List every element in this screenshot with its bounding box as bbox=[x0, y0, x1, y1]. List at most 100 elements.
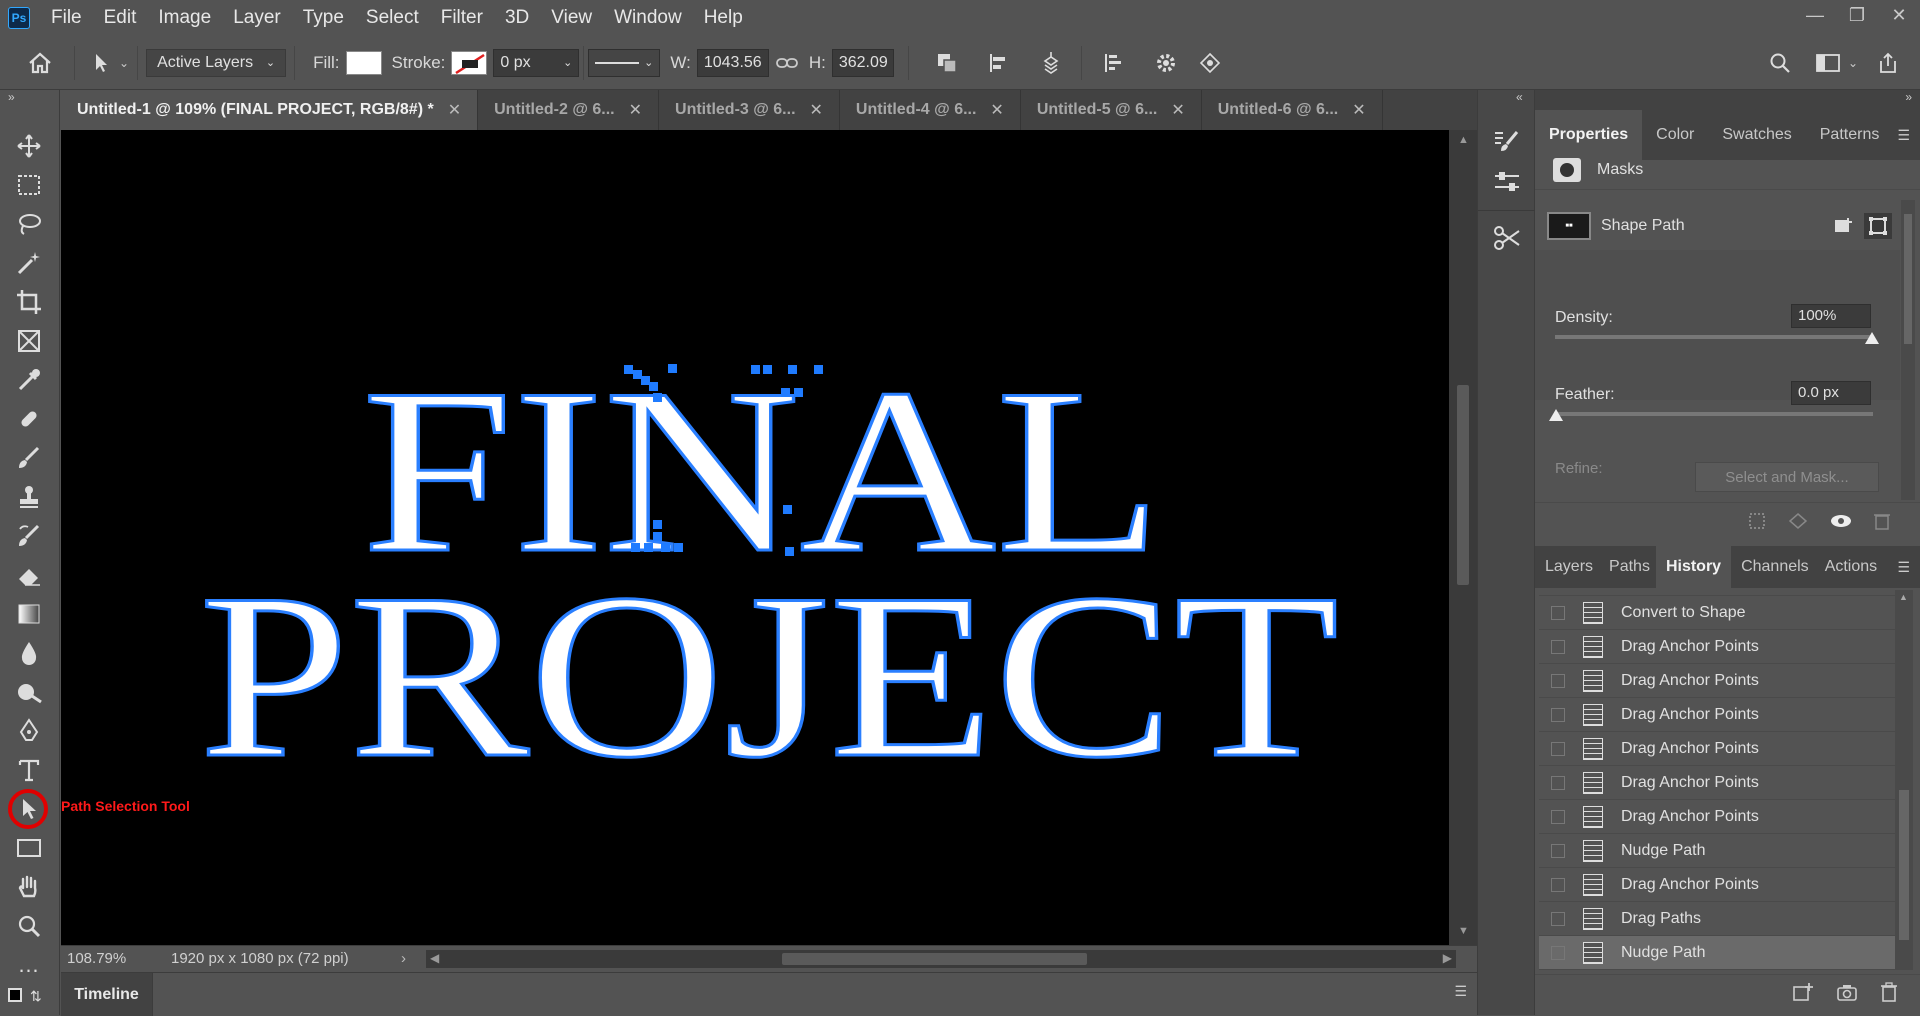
tab-paths[interactable]: Paths bbox=[1603, 546, 1656, 588]
constrain-path-icon[interactable] bbox=[1192, 45, 1228, 81]
path-alignment-icon[interactable] bbox=[981, 45, 1017, 81]
zoom-level[interactable]: 108.79% bbox=[61, 950, 131, 967]
tab-untitled-2[interactable]: Untitled-2 @ 6... ✕ bbox=[478, 90, 660, 130]
brush-tool-icon[interactable] bbox=[10, 440, 48, 476]
menu-file[interactable]: File bbox=[40, 0, 93, 36]
workspace-icon[interactable] bbox=[1810, 45, 1846, 81]
select-and-mask-button[interactable]: Select and Mask... bbox=[1695, 462, 1879, 492]
blur-tool-icon[interactable] bbox=[10, 635, 48, 671]
properties-scrollbar[interactable] bbox=[1901, 200, 1915, 500]
history-item[interactable]: Drag Anchor Points bbox=[1539, 630, 1895, 664]
rectangle-tool-icon[interactable] bbox=[10, 830, 48, 866]
history-scrollbar[interactable]: ▲ bbox=[1895, 590, 1913, 970]
close-tab-icon[interactable]: ✕ bbox=[1352, 100, 1365, 120]
scroll-down-icon[interactable]: ▼ bbox=[1458, 925, 1469, 937]
apply-mask-icon[interactable] bbox=[1788, 512, 1808, 535]
history-item-selected[interactable]: Nudge Path bbox=[1539, 936, 1895, 970]
panel-menu-icon[interactable]: ☰ bbox=[1897, 559, 1910, 576]
menu-help[interactable]: Help bbox=[693, 0, 754, 36]
close-tab-icon[interactable]: ✕ bbox=[448, 100, 461, 120]
healing-brush-tool-icon[interactable] bbox=[10, 401, 48, 437]
horizontal-scroll-thumb[interactable] bbox=[782, 952, 1087, 965]
history-item[interactable]: Drag Anchor Points bbox=[1539, 664, 1895, 698]
document-canvas[interactable]: FINAL PROJECT bbox=[61, 130, 1449, 945]
path-selection-preset-icon[interactable] bbox=[83, 45, 119, 81]
history-item[interactable]: Drag Anchor Points bbox=[1539, 868, 1895, 902]
brush-settings-icon[interactable] bbox=[1488, 124, 1526, 160]
feather-field[interactable]: 0.0 px bbox=[1791, 381, 1871, 405]
close-window-icon[interactable]: ✕ bbox=[1878, 0, 1920, 30]
chevron-down-icon[interactable]: ⌄ bbox=[1848, 56, 1858, 70]
tab-untitled-5[interactable]: Untitled-5 @ 6... ✕ bbox=[1021, 90, 1202, 130]
link-icon[interactable] bbox=[769, 45, 805, 81]
feather-slider-track[interactable] bbox=[1555, 412, 1873, 416]
history-item[interactable]: Convert to Shape bbox=[1539, 596, 1895, 630]
close-tab-icon[interactable]: ✕ bbox=[629, 100, 642, 120]
adjustments-icon[interactable] bbox=[1488, 164, 1526, 200]
panel-menu-icon[interactable]: ☰ bbox=[1454, 983, 1467, 1000]
height-field[interactable]: 362.09 p bbox=[831, 48, 894, 77]
fill-swatch[interactable] bbox=[345, 50, 382, 75]
menu-filter[interactable]: Filter bbox=[430, 0, 494, 36]
more-tools-icon[interactable]: … bbox=[10, 947, 48, 983]
collapse-panel-icon[interactable]: » bbox=[1905, 90, 1912, 104]
close-tab-icon[interactable]: ✕ bbox=[990, 100, 1003, 120]
trash-icon[interactable] bbox=[1880, 982, 1898, 1007]
horizontal-scrollbar[interactable]: ◀ ▶ bbox=[426, 949, 1456, 968]
eraser-tool-icon[interactable] bbox=[10, 557, 48, 593]
tab-channels[interactable]: Channels bbox=[1731, 546, 1819, 588]
lasso-tool-icon[interactable] bbox=[10, 206, 48, 242]
path-arrangement-icon[interactable] bbox=[1033, 45, 1069, 81]
load-selection-icon[interactable] bbox=[1748, 512, 1766, 535]
minimize-icon[interactable]: — bbox=[1794, 0, 1836, 30]
stroke-type-dropdown[interactable]: ⌄ bbox=[588, 48, 661, 77]
tab-untitled-1[interactable]: Untitled-1 @ 109% (FINAL PROJECT, RGB/8#… bbox=[61, 90, 479, 130]
search-icon[interactable] bbox=[1762, 45, 1798, 81]
foreground-color-icon[interactable] bbox=[8, 988, 22, 1002]
scroll-right-icon[interactable]: ▶ bbox=[1443, 951, 1452, 965]
tab-untitled-4[interactable]: Untitled-4 @ 6... ✕ bbox=[840, 90, 1021, 130]
tab-layers[interactable]: Layers bbox=[1535, 546, 1603, 588]
hand-tool-icon[interactable] bbox=[10, 869, 48, 905]
pen-tool-icon[interactable] bbox=[10, 713, 48, 749]
select-mode-dropdown[interactable]: Active Layers ⌄ bbox=[146, 48, 287, 77]
home-icon[interactable] bbox=[22, 45, 58, 81]
crop-tool-icon[interactable] bbox=[10, 284, 48, 320]
delete-mask-icon[interactable] bbox=[1874, 512, 1890, 535]
scroll-up-icon[interactable]: ▲ bbox=[1899, 592, 1908, 602]
shape-path-thumbnail[interactable]: ■■ bbox=[1547, 212, 1591, 240]
menu-view[interactable]: View bbox=[540, 0, 603, 36]
close-tab-icon[interactable]: ✕ bbox=[1171, 100, 1184, 120]
menu-image[interactable]: Image bbox=[147, 0, 222, 36]
add-pixel-mask-icon[interactable] bbox=[1830, 213, 1858, 239]
history-item[interactable]: Drag Paths bbox=[1539, 902, 1895, 936]
tab-untitled-3[interactable]: Untitled-3 @ 6... ✕ bbox=[659, 90, 840, 130]
clone-stamp-tool-icon[interactable] bbox=[10, 479, 48, 515]
menu-edit[interactable]: Edit bbox=[93, 0, 148, 36]
path-selection-tool-icon[interactable] bbox=[8, 789, 48, 829]
history-item[interactable]: Drag Anchor Points bbox=[1539, 766, 1895, 800]
menu-3d[interactable]: 3D bbox=[494, 0, 540, 36]
scroll-up-icon[interactable]: ▲ bbox=[1458, 134, 1469, 146]
tab-timeline[interactable]: Timeline bbox=[61, 973, 153, 1016]
type-tool-icon[interactable] bbox=[10, 752, 48, 788]
menu-window[interactable]: Window bbox=[603, 0, 693, 36]
tab-untitled-6[interactable]: Untitled-6 @ 6... ✕ bbox=[1202, 90, 1383, 130]
menu-type[interactable]: Type bbox=[292, 0, 355, 36]
menu-select[interactable]: Select bbox=[355, 0, 430, 36]
vector-mask-icon[interactable] bbox=[1864, 213, 1892, 239]
menu-layer[interactable]: Layer bbox=[222, 0, 292, 36]
tab-history[interactable]: History bbox=[1655, 546, 1732, 588]
gear-icon[interactable] bbox=[1148, 45, 1184, 81]
density-slider-thumb[interactable] bbox=[1865, 332, 1879, 344]
width-field[interactable]: 1043.56 bbox=[696, 48, 769, 77]
stroke-swatch[interactable] bbox=[451, 50, 488, 75]
magic-wand-tool-icon[interactable] bbox=[10, 245, 48, 281]
dodge-tool-icon[interactable] bbox=[10, 674, 48, 710]
gradient-tool-icon[interactable] bbox=[10, 596, 48, 632]
collapse-toolbar-icon[interactable]: » bbox=[8, 90, 15, 104]
new-document-from-state-icon[interactable] bbox=[1792, 982, 1814, 1007]
collapse-dock-icon[interactable]: « bbox=[1516, 90, 1523, 104]
density-slider-track[interactable] bbox=[1555, 335, 1873, 339]
history-item[interactable]: Drag Anchor Points bbox=[1539, 698, 1895, 732]
